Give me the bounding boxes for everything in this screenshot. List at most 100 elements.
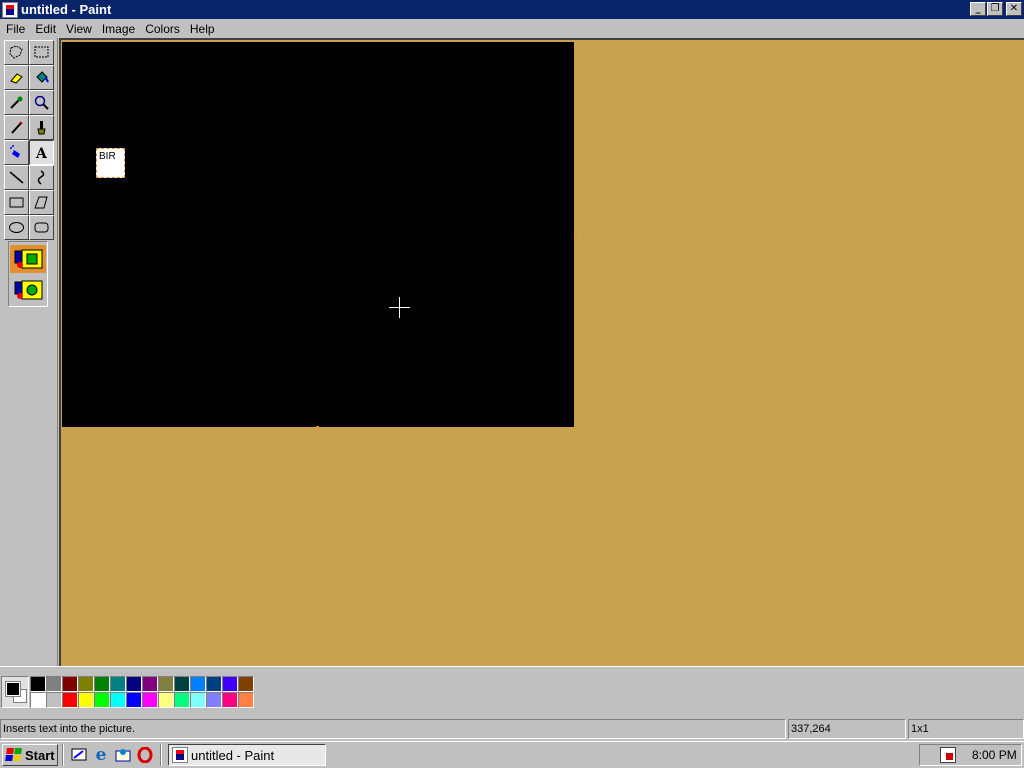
system-tray: 8:00 PM [919,744,1022,766]
resize-handle[interactable] [574,233,577,236]
status-bar: Inserts text into the picture. 337,264 1… [0,718,1024,740]
magnifier-icon [34,95,49,110]
windows-logo-icon [5,748,23,762]
color-swatch[interactable] [222,676,238,692]
color-swatch[interactable] [238,692,254,708]
foreground-color [5,681,21,697]
airbrush-icon [10,145,20,158]
color-swatch[interactable] [190,692,206,708]
color-swatch[interactable] [222,692,238,708]
select-tool[interactable] [29,40,54,65]
status-size: 1x1 [908,719,1024,739]
show-desktop-icon[interactable] [70,746,88,764]
color-swatch[interactable] [190,676,206,692]
color-swatch[interactable] [206,692,222,708]
crosshair-cursor-icon [389,297,410,318]
color-swatch[interactable] [174,676,190,692]
transparent-background-icon [14,280,43,300]
curve-tool[interactable] [29,165,54,190]
polygon-icon [34,196,48,209]
fill-with-color-icon [36,71,49,83]
fill-tool[interactable] [29,65,54,90]
restore-button[interactable]: ❐ [987,2,1003,16]
color-swatch[interactable] [30,676,46,692]
line-tool[interactable] [4,165,29,190]
color-swatch[interactable] [174,692,190,708]
color-swatch[interactable] [46,692,62,708]
pick-color-icon [10,96,23,109]
color-swatch[interactable] [158,692,174,708]
color-swatch[interactable] [110,692,126,708]
menu-image[interactable]: Image [97,22,140,36]
pencil-tool[interactable] [4,115,29,140]
pencil-icon [11,121,23,134]
color-swatch[interactable] [142,676,158,692]
color-swatch[interactable] [110,676,126,692]
color-swatches [30,676,254,708]
eraser-tool[interactable] [4,65,29,90]
ellipse-icon [9,222,24,233]
color-swatch[interactable] [142,692,158,708]
svg-text:A: A [35,146,48,161]
color-swatch[interactable] [126,676,142,692]
paint-app-icon [172,747,188,763]
menu-bar: File Edit View Image Colors Help [0,19,1024,38]
paint-app-icon[interactable] [2,1,18,18]
tool-grid: A [4,40,54,240]
window-title: untitled - Paint [21,2,112,17]
color-swatch[interactable] [62,692,78,708]
airbrush-tool[interactable] [4,140,29,165]
menu-view[interactable]: View [61,22,97,36]
rounded-rectangle-tool[interactable] [29,215,54,240]
color-swatch[interactable] [158,676,174,692]
scheduler-icon[interactable] [940,747,956,763]
menu-help[interactable]: Help [185,22,220,36]
free-form-select-tool[interactable] [4,40,29,65]
task-button-label: untitled - Paint [191,747,275,763]
task-button-paint[interactable]: untitled - Paint [168,744,326,766]
resize-handle[interactable] [574,426,577,429]
select-icon [34,46,49,58]
title-bar: untitled - Paint _ ❐ ✕ [0,0,1024,19]
color-swatch[interactable] [206,676,222,692]
start-label: Start [25,747,55,763]
brush-tool[interactable] [29,115,54,140]
color-swatch[interactable] [126,692,142,708]
status-coordinates: 337,264 [788,719,906,739]
color-swatch[interactable] [62,676,78,692]
color-swatch[interactable] [94,676,110,692]
outlook-icon[interactable] [114,746,132,764]
current-colors [1,676,29,708]
opaque-background-option[interactable] [10,245,46,273]
minimize-button[interactable]: _ [970,2,986,16]
status-message: Inserts text into the picture. [0,719,786,739]
start-button[interactable]: Start [2,744,58,766]
drawing-canvas[interactable] [62,42,574,427]
text-box[interactable]: BIR [96,148,125,178]
ellipse-tool[interactable] [4,215,29,240]
free-form-select-icon [9,45,23,59]
text-tool[interactable]: A [29,140,54,165]
resize-handle[interactable] [316,426,319,429]
opera-icon[interactable] [136,746,154,764]
menu-edit[interactable]: Edit [30,22,61,36]
work-area: A BIR [0,38,1024,666]
magnifier-tool[interactable] [29,90,54,115]
polygon-tool[interactable] [29,190,54,215]
menu-colors[interactable]: Colors [140,22,185,36]
color-swatch[interactable] [238,676,254,692]
clock[interactable]: 8:00 PM [972,748,1017,762]
close-button[interactable]: ✕ [1006,2,1022,16]
color-swatch[interactable] [30,692,46,708]
color-swatch[interactable] [78,692,94,708]
rectangle-tool[interactable] [4,190,29,215]
color-swatch[interactable] [94,692,110,708]
color-swatch[interactable] [78,676,94,692]
opaque-background-icon [14,249,43,269]
brush-icon [37,121,46,135]
internet-explorer-icon[interactable]: e [92,745,110,765]
color-swatch[interactable] [46,676,62,692]
pick-color-tool[interactable] [4,90,29,115]
menu-file[interactable]: File [1,22,30,36]
transparent-background-option[interactable] [10,276,46,304]
